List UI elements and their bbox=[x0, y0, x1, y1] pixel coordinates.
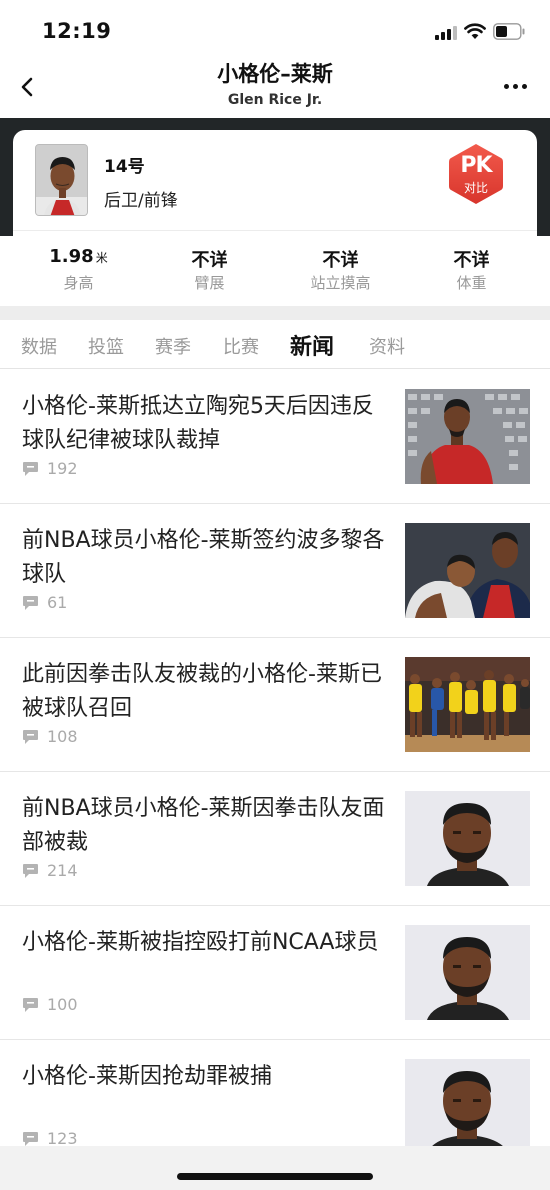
comment-count: 108 bbox=[47, 727, 78, 746]
comment-icon bbox=[23, 864, 38, 878]
news-title: 前NBA球员小格伦-莱斯签约波多黎各球队 bbox=[22, 528, 385, 587]
player-stats: 1.98 米 身高 不详 臂展 不详 站立摸高 不详 体重 bbox=[13, 231, 537, 306]
comment-count: 100 bbox=[47, 995, 78, 1014]
tab-season[interactable]: 赛季 bbox=[155, 333, 191, 359]
news-list: 小格伦-莱斯抵达立陶宛5天后因违反球队纪律被球队裁掉 192 前NBA球员小格伦… bbox=[0, 370, 550, 1146]
news-title: 小格伦-莱斯因抢劫罪被捕 bbox=[22, 1064, 272, 1089]
news-title: 前NBA球员小格伦-莱斯因拳击队友面部被裁 bbox=[22, 796, 385, 855]
tab-shooting[interactable]: 投篮 bbox=[88, 333, 124, 359]
news-thumbnail bbox=[405, 1059, 530, 1146]
player-card: 14号 后卫/前锋 PK 对比 1.98 米 身高 不详 臂展 不详 站立摸高 … bbox=[13, 130, 537, 306]
stat-height: 1.98 米 身高 bbox=[13, 231, 144, 306]
tab-news[interactable]: 新闻 bbox=[290, 329, 334, 361]
news-thumbnail bbox=[405, 657, 530, 752]
news-thumbnail bbox=[405, 389, 530, 484]
news-thumbnail bbox=[405, 925, 530, 1020]
news-item[interactable]: 小格伦-莱斯因抢劫罪被捕 123 bbox=[0, 1040, 550, 1146]
comment-icon bbox=[23, 998, 38, 1012]
comment-icon bbox=[23, 462, 38, 476]
home-indicator-bar bbox=[0, 1146, 550, 1190]
news-item[interactable]: 小格伦-莱斯抵达立陶宛5天后因违反球队纪律被球队裁掉 192 bbox=[0, 370, 550, 504]
comment-count: 192 bbox=[47, 459, 78, 478]
comment-count: 123 bbox=[47, 1129, 78, 1146]
more-dots-icon[interactable] bbox=[504, 84, 528, 90]
stat-standing-reach: 不详 站立摸高 bbox=[275, 231, 406, 306]
comment-count: 214 bbox=[47, 861, 78, 880]
tab-games[interactable]: 比赛 bbox=[223, 333, 259, 359]
stat-value: 不详 bbox=[322, 250, 359, 271]
stat-value: 不详 bbox=[453, 250, 490, 271]
stat-weight: 不详 体重 bbox=[406, 231, 537, 306]
comment-icon bbox=[23, 730, 38, 744]
news-thumbnail bbox=[405, 791, 530, 886]
wifi-icon bbox=[464, 23, 486, 39]
news-item[interactable]: 前NBA球员小格伦-莱斯签约波多黎各球队 61 bbox=[0, 504, 550, 638]
stat-value: 1.98 bbox=[49, 246, 94, 267]
news-item[interactable]: 此前因拳击队友被裁的小格伦-莱斯已被球队召回 108 bbox=[0, 638, 550, 772]
tab-profile[interactable]: 资料 bbox=[369, 333, 405, 359]
stat-label: 身高 bbox=[63, 274, 94, 292]
stat-unit: 米 bbox=[95, 251, 108, 265]
page-title: 小格伦–莱斯 bbox=[217, 62, 333, 86]
pk-label: PK bbox=[460, 153, 492, 178]
stat-value: 不详 bbox=[191, 250, 228, 271]
news-thumbnail bbox=[405, 523, 530, 618]
news-title: 小格伦-莱斯抵达立陶宛5天后因违反球队纪律被球队裁掉 bbox=[22, 394, 374, 453]
comment-icon bbox=[23, 596, 38, 610]
comment-icon bbox=[23, 1132, 38, 1146]
pk-sublabel: 对比 bbox=[463, 181, 488, 195]
tab-data[interactable]: 数据 bbox=[21, 333, 57, 359]
battery-icon bbox=[493, 23, 525, 40]
news-title: 小格伦-莱斯被指控殴打前NCAA球员 bbox=[22, 930, 379, 955]
news-item[interactable]: 前NBA球员小格伦-莱斯因拳击队友面部被裁 214 bbox=[0, 772, 550, 906]
player-position: 后卫/前锋 bbox=[104, 191, 178, 211]
section-gap bbox=[0, 306, 550, 320]
player-avatar bbox=[35, 144, 88, 216]
cellular-signal-icon bbox=[435, 26, 457, 40]
news-item[interactable]: 小格伦-莱斯被指控殴打前NCAA球员 100 bbox=[0, 906, 550, 1040]
home-indicator[interactable] bbox=[177, 1173, 373, 1180]
stat-wingspan: 不详 臂展 bbox=[144, 231, 275, 306]
status-bar: 12:19 bbox=[0, 0, 550, 56]
player-number: 14号 bbox=[104, 157, 145, 177]
stat-label: 臂展 bbox=[194, 274, 225, 292]
pk-compare-button[interactable]: PK 对比 bbox=[445, 141, 507, 207]
tab-bar: 数据 投篮 赛季 比赛 新闻 资料 bbox=[0, 320, 550, 369]
stat-label: 站立摸高 bbox=[310, 274, 371, 292]
status-time: 12:19 bbox=[42, 19, 112, 43]
comment-count: 61 bbox=[47, 593, 68, 612]
nav-header: 小格伦–莱斯 Glen Rice Jr. bbox=[0, 56, 550, 118]
page-subtitle: Glen Rice Jr. bbox=[227, 92, 323, 108]
news-title: 此前因拳击队友被裁的小格伦-莱斯已被球队召回 bbox=[22, 662, 382, 721]
stat-label: 体重 bbox=[456, 274, 487, 292]
